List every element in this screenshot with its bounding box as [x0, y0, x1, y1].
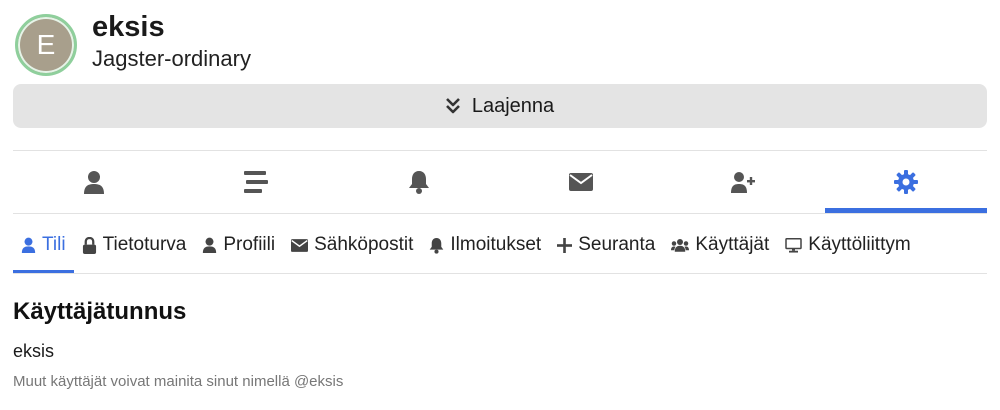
gear-icon — [893, 170, 918, 194]
bell-icon — [430, 237, 444, 254]
monitor-icon — [785, 237, 803, 253]
subtab-label: Sähköpostit — [314, 234, 414, 255]
profile-header: E eksis Jagster-ordinary — [15, 11, 985, 82]
section-title: Käyttäjätunnus — [13, 298, 187, 325]
avatar-letter: E — [36, 29, 56, 60]
user-icon — [203, 237, 217, 253]
user-name: eksis — [92, 11, 165, 43]
subtab-profile[interactable]: Profiili — [194, 217, 283, 273]
settings-subtab-bar: Tili Tietoturva Profiili Sähköpostit Ilm… — [13, 217, 987, 273]
avatar[interactable]: E — [15, 14, 77, 76]
bell-icon — [408, 171, 429, 194]
tab-notifications[interactable] — [338, 151, 500, 213]
chevrons-down-icon — [445, 98, 460, 114]
tab-user[interactable] — [13, 151, 175, 213]
subtab-notifications[interactable]: Ilmoitukset — [421, 217, 549, 273]
subtab-interface[interactable]: Käyttöliittym — [777, 217, 918, 273]
subtab-label: Käyttöliittym — [808, 234, 911, 255]
subtab-label: Käyttäjät — [695, 234, 770, 255]
subtab-label: Seuranta — [578, 234, 656, 255]
tab-messages[interactable] — [500, 151, 662, 213]
envelope-icon — [569, 173, 594, 191]
divider — [13, 213, 987, 214]
lock-icon — [82, 236, 96, 254]
expand-button[interactable]: Laajenna — [13, 84, 987, 128]
user-icon — [84, 171, 105, 194]
divider — [13, 273, 987, 274]
tab-follow[interactable] — [662, 151, 824, 213]
subtab-users[interactable]: Käyttäjät — [663, 217, 777, 273]
subtab-emails[interactable]: Sähköpostit — [283, 217, 421, 273]
username-hint: Muut käyttäjät voivat mainita sinut nime… — [13, 373, 344, 390]
subtab-label: Ilmoitukset — [450, 234, 542, 255]
subtab-follow[interactable]: Seuranta — [549, 217, 663, 273]
icon-tab-bar — [13, 151, 988, 213]
subtab-label: Profiili — [223, 234, 276, 255]
tab-list[interactable] — [175, 151, 337, 213]
user-icon — [21, 237, 36, 253]
plus-icon — [557, 237, 573, 253]
list-icon — [244, 171, 269, 193]
user-rank: Jagster-ordinary — [92, 46, 251, 71]
subtab-label: Tietoturva — [102, 234, 187, 255]
user-plus-icon — [731, 172, 756, 193]
username-value: eksis — [13, 341, 55, 361]
users-icon — [671, 239, 690, 252]
subtab-security[interactable]: Tietoturva — [74, 217, 195, 273]
subtab-account[interactable]: Tili — [13, 217, 74, 273]
expand-label: Laajenna — [471, 94, 555, 117]
subtab-label: Tili — [42, 234, 66, 255]
envelope-icon — [291, 238, 309, 252]
tab-settings[interactable] — [824, 151, 988, 213]
